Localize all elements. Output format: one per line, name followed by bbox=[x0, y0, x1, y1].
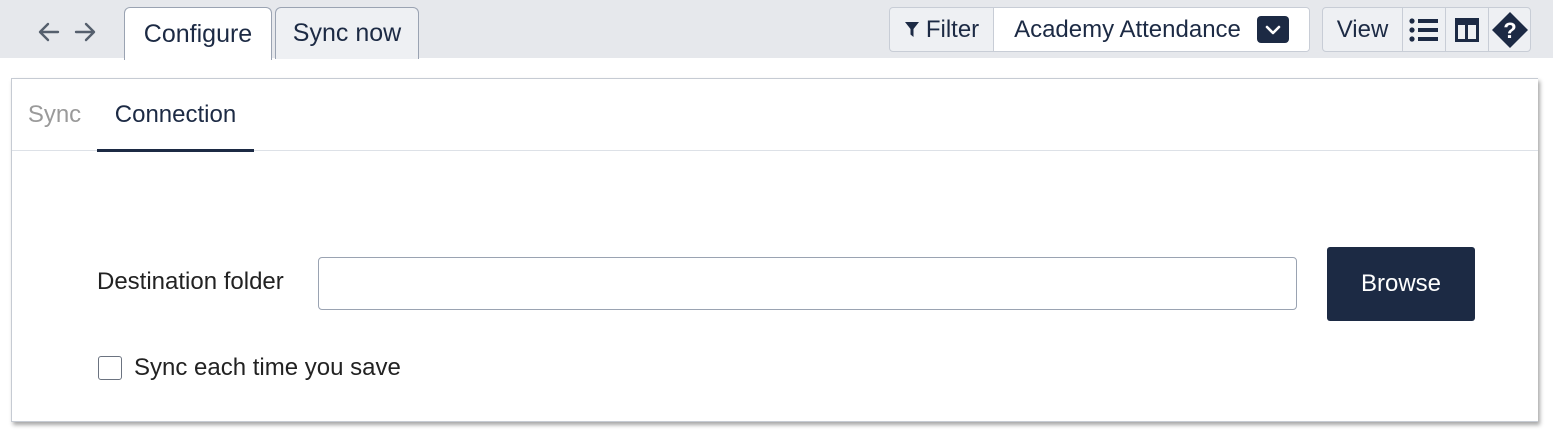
forward-button[interactable] bbox=[70, 14, 100, 50]
view-label: View bbox=[1336, 15, 1389, 43]
filter-button[interactable]: Filter bbox=[890, 8, 994, 51]
layout-button[interactable] bbox=[1446, 8, 1489, 51]
dataset-select[interactable]: Academy Attendance bbox=[994, 8, 1309, 51]
funnel-icon bbox=[904, 21, 919, 37]
tab-sync-now-label: Sync now bbox=[292, 19, 402, 47]
sync-on-save-label: Sync each time you save bbox=[134, 354, 401, 381]
view-group: View ? bbox=[1322, 7, 1531, 52]
filter-label: Filter bbox=[925, 15, 980, 43]
list-view-button[interactable] bbox=[1403, 8, 1446, 51]
sync-on-save-option[interactable]: Sync each time you save bbox=[98, 354, 401, 382]
tab-sync-now[interactable]: Sync now bbox=[275, 7, 419, 59]
subtab-bar: Sync Connection bbox=[12, 79, 1538, 152]
configure-panel: Sync Connection Destination folder Brows… bbox=[11, 78, 1538, 422]
arrow-left-icon bbox=[38, 22, 60, 42]
layout-icon bbox=[1455, 17, 1479, 42]
top-toolbar: Configure Sync now Filter Academy Attend… bbox=[0, 0, 1553, 60]
chevron-down-icon bbox=[1256, 16, 1289, 43]
tab-configure-label: Configure bbox=[143, 19, 253, 48]
subtab-sync-label: Sync bbox=[27, 101, 82, 128]
destination-folder-label: Destination folder bbox=[97, 268, 284, 295]
destination-folder-input[interactable] bbox=[318, 257, 1297, 310]
subtab-connection-label: Connection bbox=[114, 101, 237, 128]
help-diamond-icon: ? bbox=[1491, 11, 1528, 48]
sync-on-save-checkbox[interactable] bbox=[98, 356, 122, 380]
browse-button[interactable]: Browse bbox=[1327, 247, 1475, 321]
filter-group: Filter Academy Attendance bbox=[889, 7, 1310, 52]
list-icon bbox=[1409, 17, 1438, 42]
help-button[interactable]: ? bbox=[1489, 8, 1530, 51]
view-button[interactable]: View bbox=[1323, 8, 1403, 51]
arrow-right-icon bbox=[74, 22, 96, 42]
dataset-selected-value: Academy Attendance bbox=[1014, 15, 1241, 43]
subtab-connection[interactable]: Connection bbox=[97, 79, 254, 152]
svg-text:?: ? bbox=[1503, 18, 1516, 43]
back-button[interactable] bbox=[34, 14, 64, 50]
tab-configure[interactable]: Configure bbox=[124, 7, 272, 60]
subtab-sync[interactable]: Sync bbox=[12, 79, 97, 151]
